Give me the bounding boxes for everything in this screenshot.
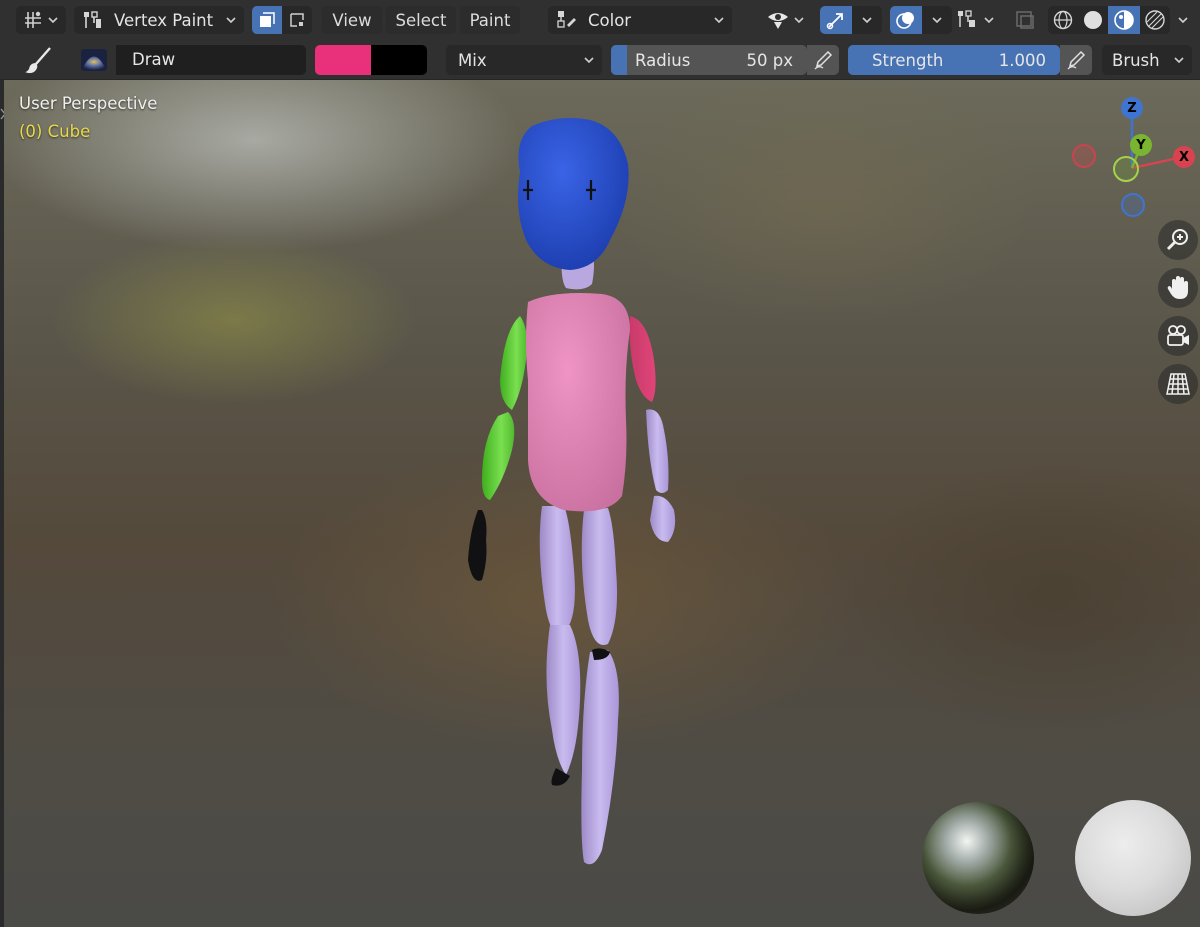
ortho-grid-icon: [1166, 373, 1190, 395]
brush-menu-label: Brush: [1112, 50, 1160, 70]
chevron-down-icon: [794, 15, 804, 25]
shading-options-dropdown[interactable]: [1170, 6, 1196, 34]
mesh-edit-icon: [956, 9, 978, 31]
face-vertex-mask-toggle: [252, 6, 312, 34]
gizmo-axis-y[interactable]: Y: [1130, 134, 1152, 156]
gizmo-axis-x-label: X: [1178, 149, 1190, 165]
character-left-arm: [468, 316, 528, 581]
camera-icon: [1167, 325, 1189, 346]
ortho-toggle-button[interactable]: [1158, 364, 1198, 404]
chevron-down-icon: [862, 17, 872, 24]
shading-mode-group: [1048, 6, 1170, 34]
primary-color-swatch[interactable]: [315, 45, 371, 75]
character-torso: [526, 293, 630, 512]
character-left-leg: [539, 506, 581, 786]
color-attribute-label: Color: [588, 10, 632, 30]
mesh-edit-dropdown[interactable]: [954, 6, 1002, 34]
brush-preview[interactable]: [72, 45, 116, 75]
face-mask-button[interactable]: [252, 6, 282, 34]
gizmo-axis-z[interactable]: Z: [1121, 97, 1143, 119]
chevron-down-icon: [1174, 55, 1184, 65]
paintbrush-tool-icon: [24, 46, 54, 74]
editor-type-button[interactable]: [16, 6, 66, 34]
solid-shading-button[interactable]: [1078, 6, 1108, 34]
solid-shading-icon: [1084, 11, 1102, 29]
secondary-color-swatch[interactable]: [371, 45, 427, 75]
strength-slider[interactable]: Strength 1.000: [848, 45, 1060, 75]
zoom-button[interactable]: [1158, 220, 1198, 260]
viewport-header: Vertex Paint View Select Paint Color: [0, 0, 1200, 40]
xray-button[interactable]: [1010, 6, 1040, 34]
chevron-down-icon: [984, 15, 994, 25]
gizmo-arrow-icon: [826, 13, 843, 30]
navigation-gizmo[interactable]: Z Y X: [1066, 92, 1196, 222]
rendered-shading-icon: [1145, 10, 1165, 30]
chevron-down-icon: [1178, 15, 1188, 25]
blend-mode-dropdown[interactable]: Mix: [446, 45, 602, 75]
tool-settings-bar: Draw Mix Radius 50 px Strength 1.000 Bru…: [0, 40, 1200, 80]
brush-menu-dropdown[interactable]: Brush: [1102, 45, 1192, 75]
chevron-down-icon: [584, 55, 594, 65]
radius-slider[interactable]: Radius 50 px: [611, 45, 807, 75]
brush-datablock[interactable]: Draw: [72, 45, 306, 75]
wireframe-shading-button[interactable]: [1048, 6, 1078, 34]
menu-paint[interactable]: Paint: [460, 6, 520, 34]
overlays-icon: [896, 12, 914, 29]
gizmo-button[interactable]: [820, 6, 852, 34]
pan-button[interactable]: [1158, 268, 1198, 308]
material-preview-icon: [1114, 10, 1134, 30]
pen-pressure-icon: [814, 50, 833, 70]
grid-axis-icon: [22, 9, 44, 31]
overlays-dropdown[interactable]: [922, 6, 952, 34]
overlays-toggle: [890, 6, 952, 34]
vertex-mask-button[interactable]: [282, 6, 312, 34]
strength-label: Strength: [872, 51, 944, 70]
gizmo-axis-y-label: Y: [1136, 137, 1146, 153]
menu-view[interactable]: View: [322, 6, 382, 34]
character-right-arm: [629, 316, 676, 542]
visibility-eye-icon: [766, 9, 790, 31]
overlays-button[interactable]: [890, 6, 922, 34]
brush-preview-icon: [81, 49, 107, 71]
visibility-dropdown[interactable]: [764, 6, 812, 34]
radius-value: 50 px: [746, 51, 793, 70]
character-model[interactable]: [4, 80, 1200, 927]
vertex-select-icon: [290, 13, 304, 27]
character-head: [518, 118, 629, 270]
strength-pressure-button[interactable]: [1060, 45, 1092, 75]
studio-light-sphere[interactable]: [1075, 800, 1191, 916]
gizmo-axis-x[interactable]: X: [1173, 146, 1195, 168]
face-select-icon: [260, 12, 275, 27]
chevron-down-icon: [226, 15, 236, 25]
gizmo-axis-z-label: Z: [1127, 100, 1137, 116]
vertex-paint-icon: [82, 9, 104, 31]
mode-selector[interactable]: Vertex Paint: [74, 6, 244, 34]
radius-pressure-button[interactable]: [807, 45, 839, 75]
chevron-down-icon: [714, 15, 724, 25]
color-attribute-icon: [556, 9, 578, 31]
radius-label: Radius: [635, 51, 691, 70]
hand-pan-icon: [1167, 276, 1188, 299]
gizmo-dropdown[interactable]: [852, 6, 882, 34]
menu-select[interactable]: Select: [386, 6, 456, 34]
chevron-down-icon: [48, 15, 58, 25]
gizmo-toggle: [820, 6, 882, 34]
xray-icon: [1014, 9, 1036, 31]
3d-viewport[interactable]: User Perspective (0) Cube Z Y X: [4, 80, 1200, 927]
blend-mode-label: Mix: [458, 50, 487, 70]
camera-view-button[interactable]: [1158, 316, 1198, 356]
wireframe-shading-icon: [1053, 10, 1073, 30]
chevron-down-icon: [932, 17, 942, 24]
mode-label: Vertex Paint: [114, 10, 214, 30]
pen-pressure-icon: [1067, 50, 1086, 70]
zoom-icon: [1166, 229, 1188, 251]
material-preview-button[interactable]: [1108, 6, 1140, 34]
rendered-shading-button[interactable]: [1140, 6, 1170, 34]
character-right-leg: [581, 508, 619, 865]
strength-value: 1.000: [998, 51, 1046, 70]
brush-name: Draw: [132, 50, 176, 69]
color-attribute-selector[interactable]: Color: [548, 6, 732, 34]
radius-slider-fill: [611, 45, 627, 75]
hdri-preview-sphere[interactable]: [922, 802, 1034, 914]
